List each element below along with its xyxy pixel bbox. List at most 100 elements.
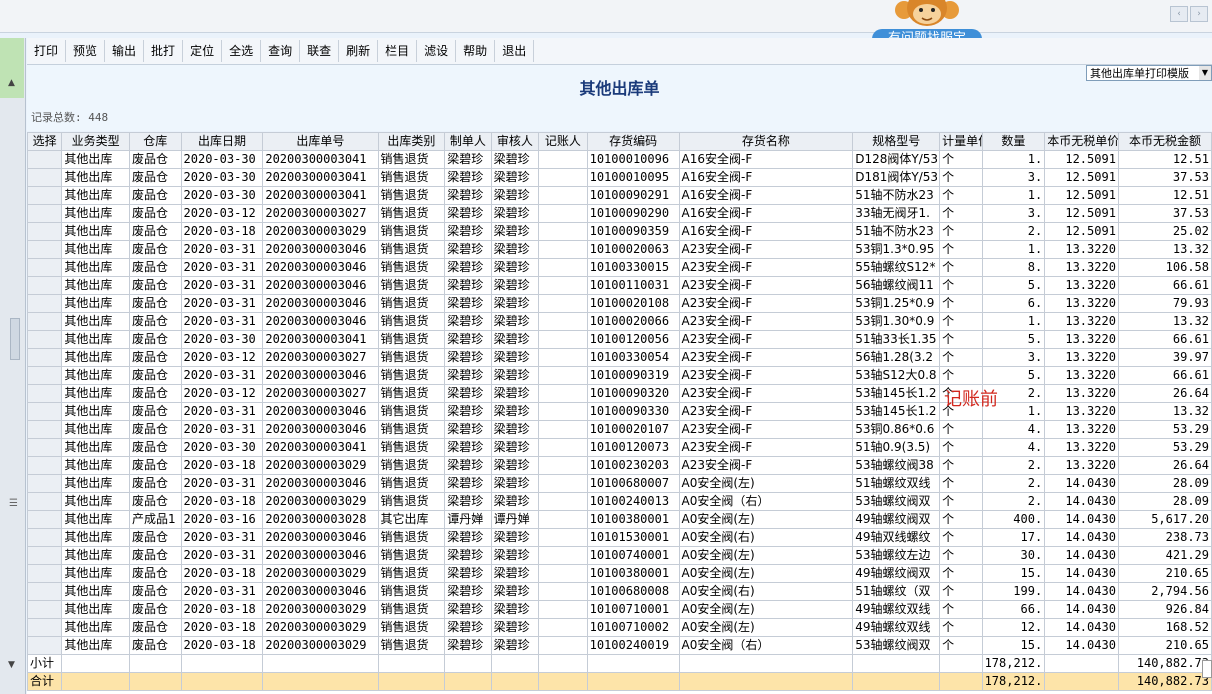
row-select-cell[interactable] <box>27 348 63 367</box>
column-header[interactable]: 审核人 <box>490 132 540 151</box>
row-select-cell[interactable] <box>27 564 63 583</box>
table-row[interactable]: 其他出库 废品仓 2020-03-12 20200300003027 销售退货 梁碧珍 梁碧… <box>27 384 1212 403</box>
table-row[interactable]: 其他出库 废品仓 2020-03-18 20200300003029 销售退货 梁碧珍 梁碧… <box>27 492 1212 511</box>
print-button[interactable]: 打印 <box>27 40 67 62</box>
column-header[interactable]: 出库日期 <box>180 132 264 151</box>
table-row[interactable]: 其他出库 废品仓 2020-03-31 20200300003046 销售退货 梁碧珍 梁碧… <box>27 312 1212 331</box>
column-header[interactable]: 选择 <box>27 132 63 151</box>
chevron-down-icon[interactable]: ▼ <box>1199 66 1211 80</box>
row-select-cell[interactable] <box>27 510 63 529</box>
row-select-cell[interactable] <box>27 384 63 403</box>
table-row[interactable]: 其他出库 废品仓 2020-03-31 20200300003046 销售退货 梁碧珍 梁碧… <box>27 258 1212 277</box>
table-row[interactable]: 其他出库 废品仓 2020-03-31 20200300003046 销售退货 梁碧珍 梁碧… <box>27 582 1212 601</box>
table-row[interactable]: 其他出库 废品仓 2020-03-31 20200300003046 销售退货 梁碧珍 梁碧… <box>27 420 1212 439</box>
row-select-cell[interactable] <box>27 618 63 637</box>
linked-query-button[interactable]: 联查 <box>300 40 340 62</box>
refresh-button[interactable]: 刷新 <box>339 40 379 62</box>
row-select-cell[interactable] <box>27 186 63 205</box>
column-header[interactable]: 记账人 <box>538 132 588 151</box>
table-row[interactable]: 其他出库 废品仓 2020-03-31 20200300003046 销售退货 梁碧珍 梁碧… <box>27 294 1212 313</box>
table-row[interactable]: 其他出库 废品仓 2020-03-30 20200300003041 销售退货 梁碧珍 梁碧… <box>27 168 1212 187</box>
row-select-cell[interactable] <box>27 150 63 169</box>
row-select-cell[interactable] <box>27 222 63 241</box>
row-select-cell[interactable] <box>27 546 63 565</box>
column-header[interactable]: 数量 <box>981 132 1046 151</box>
help-button[interactable]: 帮助 <box>456 40 496 62</box>
preview-button[interactable]: 预览 <box>66 40 106 62</box>
row-select-cell[interactable] <box>27 240 63 259</box>
query-button[interactable]: 查询 <box>261 40 301 62</box>
column-header[interactable]: 本币无税单价 <box>1044 132 1119 151</box>
row-select-cell[interactable] <box>27 420 63 439</box>
table-row[interactable]: 其他出库 废品仓 2020-03-31 20200300003046 销售退货 梁碧珍 梁碧… <box>27 240 1212 259</box>
row-select-cell[interactable] <box>27 456 63 475</box>
table-row[interactable]: 其他出库 废品仓 2020-03-18 20200300003029 销售退货 梁碧珍 梁碧… <box>27 636 1212 655</box>
nav-prev-button[interactable]: ‹ <box>1170 6 1188 22</box>
row-select-cell[interactable] <box>27 438 63 457</box>
row-select-cell[interactable] <box>27 474 63 493</box>
scroll-up-icon[interactable]: ▲ <box>8 78 15 88</box>
columns-button[interactable]: 栏目 <box>378 40 418 62</box>
batch-print-button[interactable]: 批打 <box>144 40 184 62</box>
export-button[interactable]: 输出 <box>105 40 145 62</box>
row-select-cell[interactable] <box>27 294 63 313</box>
table-row[interactable]: 其他出库 废品仓 2020-03-31 20200300003046 销售退货 梁碧珍 梁碧… <box>27 402 1212 421</box>
row-select-cell[interactable] <box>27 636 63 655</box>
column-header[interactable]: 出库类别 <box>377 132 446 151</box>
table-row[interactable]: 其他出库 废品仓 2020-03-31 20200300003046 销售退货 梁碧珍 梁碧… <box>27 276 1212 295</box>
row-select-cell[interactable] <box>27 366 63 385</box>
row-select-cell[interactable] <box>27 168 63 187</box>
table-row[interactable]: 其他出库 废品仓 2020-03-31 20200300003046 销售退货 梁碧珍 梁碧… <box>27 366 1212 385</box>
row-select-cell[interactable] <box>27 204 63 223</box>
table-row[interactable]: 其他出库 废品仓 2020-03-18 20200300003029 销售退货 梁碧珍 梁碧… <box>27 564 1212 583</box>
row-select-cell[interactable] <box>27 600 63 619</box>
column-header[interactable]: 本币无税金额 <box>1117 132 1212 151</box>
table-row[interactable]: 其他出库 产成品1 2020-03-16 20200300003028 其它出库 谭丹婵谭… <box>27 510 1212 529</box>
right-scroll-handle[interactable] <box>1202 660 1212 678</box>
row-select-cell[interactable] <box>27 528 63 547</box>
table-row[interactable]: 其他出库 废品仓 2020-03-30 20200300003041 销售退货 梁碧珍 梁碧… <box>27 186 1212 205</box>
table-cell <box>538 330 588 349</box>
row-select-cell[interactable] <box>27 330 63 349</box>
left-scroll-thumb[interactable] <box>10 318 20 360</box>
row-select-cell[interactable] <box>27 582 63 601</box>
table-row[interactable]: 其他出库 废品仓 2020-03-12 20200300003027 销售退货 梁碧珍 梁碧… <box>27 348 1212 367</box>
filter-settings-button[interactable]: 滤设 <box>417 40 457 62</box>
row-select-cell[interactable] <box>27 402 63 421</box>
table-row[interactable]: 其他出库 废品仓 2020-03-31 20200300003046 销售退货 梁碧珍 梁碧… <box>27 546 1212 565</box>
locate-button[interactable]: 定位 <box>183 40 223 62</box>
table-row[interactable]: 其他出库 废品仓 2020-03-18 20200300003029 销售退货 梁碧珍 梁碧… <box>27 618 1212 637</box>
column-header[interactable]: 出库单号 <box>262 132 379 151</box>
column-header[interactable]: 计量单位 <box>939 132 983 151</box>
select-all-button[interactable]: 全选 <box>222 40 262 62</box>
table-cell: 个 <box>939 618 983 637</box>
table-row[interactable]: 其他出库 废品仓 2020-03-12 20200300003027 销售退货 梁碧珍 梁碧… <box>27 204 1212 223</box>
table-cell: 2020-03-31 <box>180 294 264 313</box>
table-row[interactable]: 其他出库 废品仓 2020-03-30 20200300003041 销售退货 梁碧珍 梁碧… <box>27 330 1212 349</box>
table-row[interactable]: 其他出库 废品仓 2020-03-31 20200300003046 销售退货 梁碧珍 梁碧… <box>27 474 1212 493</box>
column-header[interactable]: 仓库 <box>129 132 182 151</box>
table-cell: 梁碧珍 <box>444 294 492 313</box>
scroll-down-icon[interactable]: ▼ <box>8 660 15 670</box>
table-row[interactable]: 其他出库 废品仓 2020-03-18 20200300003029 销售退货 梁碧珍 梁碧… <box>27 600 1212 619</box>
table-row[interactable]: 其他出库 废品仓 2020-03-30 20200300003041 销售退货 梁碧珍 梁碧… <box>27 150 1212 169</box>
table-row[interactable]: 其他出库 废品仓 2020-03-18 20200300003029 销售退货 梁碧珍 梁碧… <box>27 456 1212 475</box>
row-select-cell[interactable] <box>27 492 63 511</box>
row-select-cell[interactable] <box>27 258 63 277</box>
table-row[interactable]: 其他出库 废品仓 2020-03-30 20200300003041 销售退货 梁碧珍 梁碧… <box>27 438 1212 457</box>
row-select-cell[interactable] <box>27 276 63 295</box>
splitter-grip-icon[interactable]: ☰ <box>9 498 18 509</box>
table-row[interactable]: 其他出库 废品仓 2020-03-31 20200300003046 销售退货 梁碧珍 梁碧… <box>27 528 1212 547</box>
table-cell: 废品仓 <box>129 618 182 637</box>
column-header[interactable]: 业务类型 <box>61 132 131 151</box>
row-select-cell[interactable] <box>27 312 63 331</box>
print-template-select[interactable]: 其他出库单打印模版 ▼ <box>1086 65 1212 81</box>
column-header[interactable]: 制单人 <box>444 132 492 151</box>
column-header[interactable]: 存货名称 <box>678 132 854 151</box>
table-cell <box>538 402 588 421</box>
nav-next-button[interactable]: › <box>1190 6 1208 22</box>
table-row[interactable]: 其他出库 废品仓 2020-03-18 20200300003029 销售退货 梁碧珍 梁碧… <box>27 222 1212 241</box>
column-header[interactable]: 规格型号 <box>852 132 941 151</box>
exit-button[interactable]: 退出 <box>495 40 535 62</box>
column-header[interactable]: 存货编码 <box>586 132 680 151</box>
